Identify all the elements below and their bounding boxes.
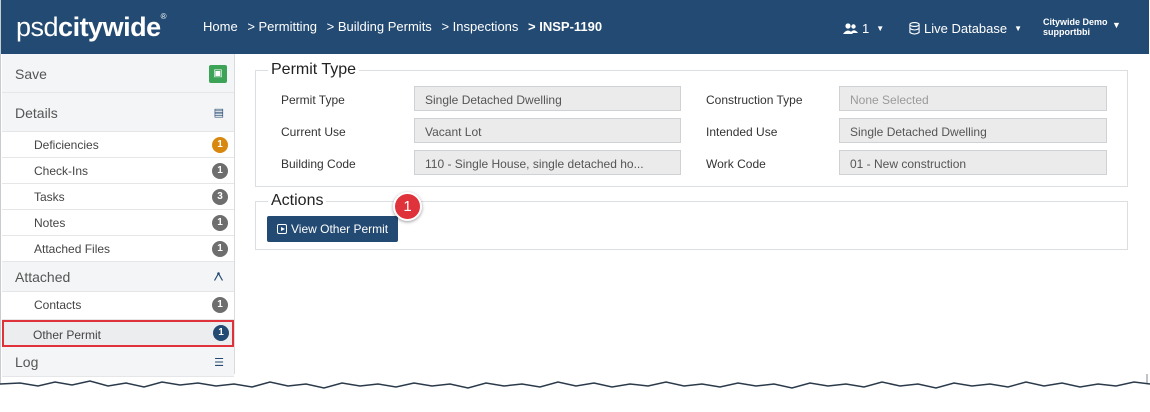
sidebar-item-label: Contacts [34,298,82,312]
count-badge: 1 [212,297,228,313]
sidebar-item-check-ins[interactable]: Check-Ins 1 [2,158,234,184]
sidebar-item-contacts[interactable]: Contacts 1 [2,292,234,320]
count-badge: 1 [213,325,229,341]
breadcrumb-building-permits[interactable]: > Building Permits [327,19,432,34]
sidebar-save-label: Save [15,66,47,82]
panel-title: Actions [268,192,327,210]
torn-edge-decoration [0,380,1150,412]
current-use-field: Vacant Lot [414,118,681,143]
count-badge: 3 [212,189,228,205]
chevron-down-icon: ▼ [1014,24,1023,33]
sidebar-item-attached-files[interactable]: Attached Files 1 [2,236,234,262]
sidebar: Save ▣ Details ▤ Deficiencies 1 Check-In… [2,54,235,377]
construction-type-label: Construction Type [706,93,803,107]
users-count: 1 [862,21,870,36]
sidebar-item-tasks[interactable]: Tasks 3 [2,184,234,210]
step-callout-badge: 1 [393,192,422,221]
logo-registered-mark: ® [160,12,167,21]
breadcrumb-permitting[interactable]: > Permitting [247,19,317,34]
sidebar-item-label: Other Permit [33,328,102,342]
user-menu[interactable]: Citywide Demo supportbbi [1043,17,1108,37]
user-name: supportbbi [1043,27,1090,37]
breadcrumb: Home > Permitting > Building Permits > I… [203,19,608,34]
database-dropdown[interactable]: Live Database ▼ [909,21,1022,36]
sidebar-section-attached[interactable]: Attached [2,262,234,292]
save-icon[interactable]: ▣ [209,65,227,83]
current-use-label: Current Use [281,125,346,139]
sidebar-save[interactable]: Save ▣ [2,54,234,93]
count-badge: 1 [212,241,228,257]
sidebar-item-notes[interactable]: Notes 1 [2,210,234,236]
sidebar-section-label: Attached [15,269,71,285]
logo-text-light: psd [16,12,59,42]
sidebar-item-other-permit[interactable]: Other Permit 1 [2,320,234,347]
sidebar-item-deficiencies[interactable]: Deficiencies 1 [2,132,234,158]
building-code-label: Building Code [281,157,356,171]
permit-type-label: Permit Type [281,93,345,107]
intended-use-field: Single Detached Dwelling [839,118,1107,143]
logo-text-bold: citywide [58,12,161,42]
list-icon: ▤ [213,107,224,119]
count-badge: 1 [212,163,228,179]
chevron-down-icon: ▼ [876,24,885,33]
permit-type-field: Single Detached Dwelling [414,86,681,111]
app-logo[interactable]: psdcitywide® [16,12,167,43]
actions-panel: Actions View Other Permit [255,192,1128,250]
sidebar-section-label: Details [15,105,58,121]
top-navbar: psdcitywide® Home > Permitting > Buildin… [1,0,1149,54]
database-icon [909,22,920,35]
intended-use-label: Intended Use [706,125,778,139]
panel-title: Permit Type [268,61,360,79]
database-label: Live Database [924,21,1008,36]
sitemap-icon [213,272,224,281]
users-dropdown[interactable]: 1 ▼ [843,21,884,36]
app-frame: psdcitywide® Home > Permitting > Buildin… [0,0,1149,412]
work-code-field: 01 - New construction [839,150,1107,175]
sidebar-item-label: Notes [34,216,66,230]
breadcrumb-home[interactable]: Home [203,19,238,34]
breadcrumb-inspections[interactable]: > Inspections [441,19,518,34]
breadcrumb-current: > INSP-1190 [528,19,603,34]
sidebar-item-label: Deficiencies [34,138,99,152]
view-other-permit-label: View Other Permit [291,222,389,236]
work-code-label: Work Code [706,157,766,171]
building-code-field: 110 - Single House, single detached ho..… [414,150,681,175]
main-content: Permit Type Permit Type Single Detached … [236,54,1149,374]
sidebar-section-label: Log [15,354,39,370]
permit-type-panel: Permit Type Permit Type Single Detached … [255,61,1128,187]
count-badge: 1 [212,137,228,153]
sidebar-item-label: Attached Files [34,242,111,256]
sidebar-item-label: Check-Ins [34,164,89,178]
chevron-down-icon[interactable]: ▼ [1112,20,1121,30]
view-other-permit-button[interactable]: View Other Permit [267,216,399,242]
user-org: Citywide Demo [1043,17,1108,27]
sidebar-item-label: Tasks [34,190,65,204]
menu-icon: ☰ [214,357,224,369]
users-icon [843,22,858,34]
sidebar-section-details[interactable]: Details ▤ [2,93,234,132]
play-icon [277,224,287,234]
construction-type-field: None Selected [839,86,1107,111]
count-badge: 1 [212,215,228,231]
